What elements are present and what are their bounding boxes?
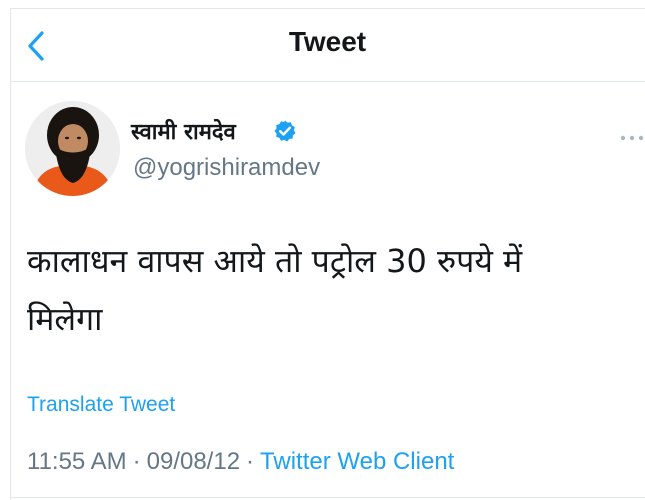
tweet-time: 11:55 AM <box>27 448 127 475</box>
tweet-text: कालाधन वापस आये तो पट्रोल 30 रुपये में म… <box>27 232 627 348</box>
translate-tweet-link[interactable]: Translate Tweet <box>27 393 175 417</box>
meta-separator: · <box>246 448 255 475</box>
tweet-client-link[interactable]: Twitter Web Client <box>260 448 454 475</box>
tweet-text-line: मिलेगा <box>27 300 103 338</box>
tweet-text-line: कालाधन वापस आये तो पट्रोल 30 रुपये में <box>27 242 523 280</box>
tweet-screen: Tweet स्वामी रामदेव @yogrishiramdev काला… <box>0 0 645 500</box>
divider <box>10 497 645 498</box>
author-handle[interactable]: @yogrishiramdev <box>133 154 320 182</box>
avatar[interactable] <box>25 101 120 196</box>
author-display-name[interactable]: स्वामी रामदेव <box>131 116 236 146</box>
meta-separator: · <box>132 448 141 475</box>
tweet-date: 09/08/12 <box>146 448 241 475</box>
page-title: Tweet <box>288 26 367 57</box>
verified-badge-icon <box>273 119 297 143</box>
header-bar: Tweet <box>10 8 645 82</box>
profile-photo <box>25 101 120 196</box>
more-dots-icon[interactable] <box>619 128 645 141</box>
tweet-metadata: 11:55 AM · 09/08/12 · Twitter Web Client <box>27 448 454 476</box>
